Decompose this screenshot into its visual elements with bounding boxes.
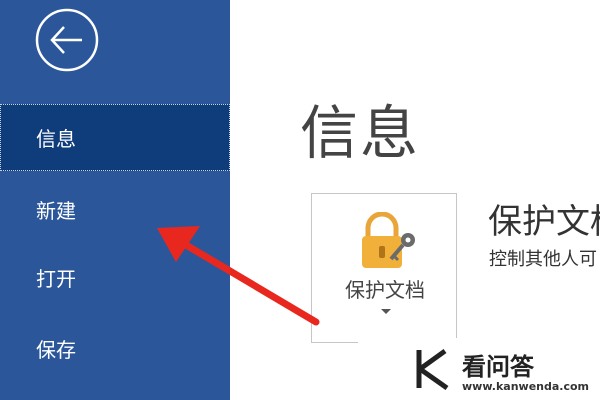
protect-description: 控制其他人可 bbox=[489, 249, 597, 270]
page-title: 信息 bbox=[300, 99, 421, 167]
protect-document-button[interactable]: 保护文档 bbox=[311, 193, 457, 343]
watermark: 看问答 www.kanwenda.com bbox=[358, 338, 589, 400]
sidebar-item-save[interactable]: 保存 bbox=[0, 315, 230, 382]
watermark-name: 看问答 bbox=[462, 353, 534, 381]
back-arrow-icon bbox=[35, 8, 99, 72]
lock-key-icon bbox=[362, 212, 415, 268]
sidebar-item-open[interactable]: 打开 bbox=[0, 244, 230, 311]
watermark-logo-icon bbox=[416, 348, 449, 390]
chevron-down-icon bbox=[381, 309, 391, 314]
sidebar-item-label: 保存 bbox=[36, 338, 76, 362]
sidebar-item-label: 新建 bbox=[36, 199, 76, 223]
back-button[interactable] bbox=[34, 7, 100, 73]
sidebar-item-label: 打开 bbox=[36, 267, 76, 291]
backstage-sidebar: 信息 新建 打开 保存 bbox=[0, 0, 230, 400]
watermark-url: www.kanwenda.com bbox=[462, 380, 589, 393]
protect-document-label: 保护文档 bbox=[345, 278, 425, 302]
protect-heading: 保护文档 bbox=[488, 202, 600, 242]
sidebar-item-label: 信息 bbox=[36, 127, 76, 151]
sidebar-item-info[interactable]: 信息 bbox=[0, 104, 230, 171]
sidebar-item-new[interactable]: 新建 bbox=[0, 176, 230, 243]
